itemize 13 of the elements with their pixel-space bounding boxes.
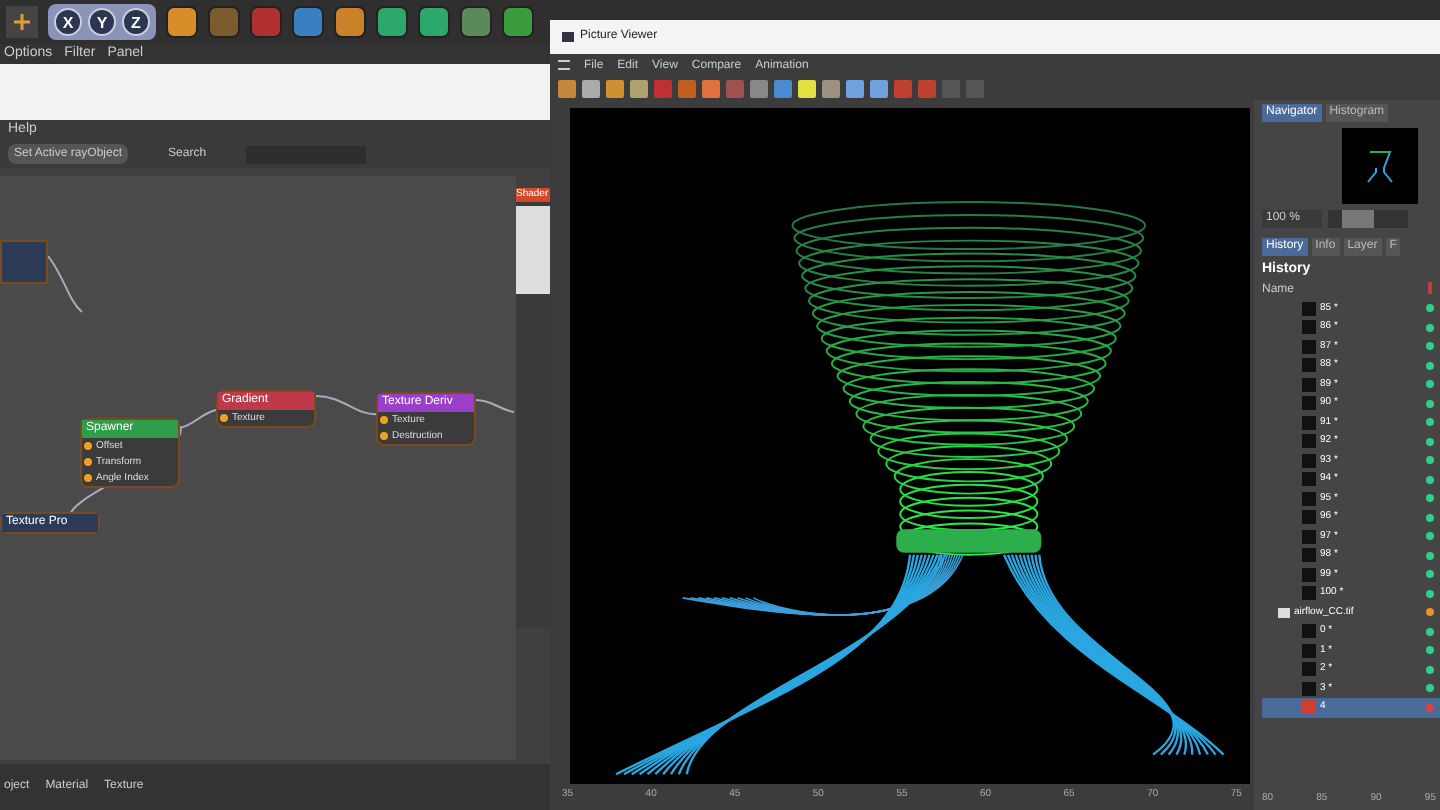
zoom-slider-handle[interactable]: [1342, 210, 1375, 228]
column-marker-icon: [1428, 281, 1432, 293]
axis-button[interactable]: X: [54, 8, 82, 36]
app-icon: [562, 32, 574, 42]
plus-icon[interactable]: [6, 6, 38, 38]
axis-button[interactable]: Y: [88, 8, 116, 36]
menu-icon[interactable]: [558, 60, 570, 70]
axis-button[interactable]: Z: [122, 8, 150, 36]
node-wire: [47, 255, 83, 313]
folder-icon: [1278, 607, 1290, 618]
node-wire: [475, 399, 515, 413]
graph-node[interactable]: [0, 240, 48, 284]
node-wire: [315, 395, 379, 416]
